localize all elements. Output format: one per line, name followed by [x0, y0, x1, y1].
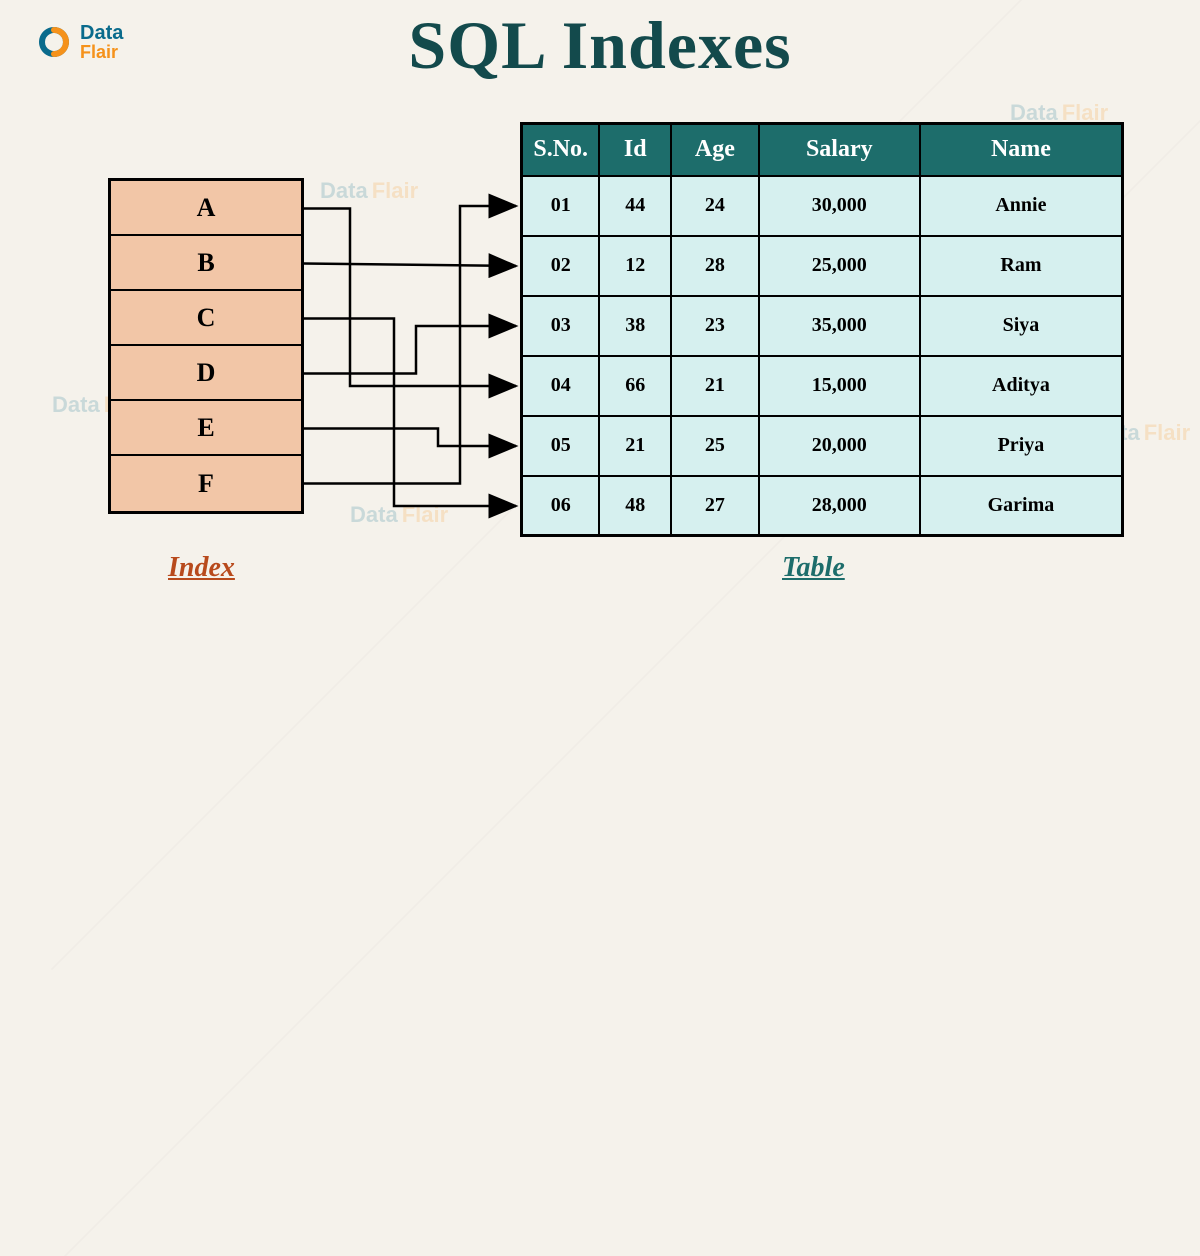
index-cell: F [111, 456, 301, 511]
cell-name: Aditya [920, 356, 1123, 416]
index-cell: B [111, 236, 301, 291]
table-row: 01442430,000Annie [522, 176, 1123, 236]
col-header-salary: Salary [759, 124, 920, 176]
table-row: 05212520,000Priya [522, 416, 1123, 476]
mapping-arrow [304, 206, 516, 484]
cell-age: 25 [671, 416, 759, 476]
cell-id: 12 [599, 236, 671, 296]
index-cell: C [111, 291, 301, 346]
index-cell: D [111, 346, 301, 401]
cell-sno: 03 [522, 296, 600, 356]
cell-age: 21 [671, 356, 759, 416]
cell-name: Siya [920, 296, 1123, 356]
cell-salary: 35,000 [759, 296, 920, 356]
cell-id: 44 [599, 176, 671, 236]
table-row: 02122825,000Ram [522, 236, 1123, 296]
cell-name: Annie [920, 176, 1123, 236]
index-caption: Index [168, 552, 235, 584]
cell-sno: 06 [522, 476, 600, 536]
cell-age: 24 [671, 176, 759, 236]
cell-name: Ram [920, 236, 1123, 296]
col-header-age: Age [671, 124, 759, 176]
cell-id: 48 [599, 476, 671, 536]
cell-name: Priya [920, 416, 1123, 476]
cell-salary: 30,000 [759, 176, 920, 236]
cell-age: 23 [671, 296, 759, 356]
mapping-arrow [304, 264, 516, 267]
cell-age: 28 [671, 236, 759, 296]
cell-salary: 15,000 [759, 356, 920, 416]
data-table: S.No. Id Age Salary Name 01442430,000Ann… [520, 122, 1124, 537]
index-cell: E [111, 401, 301, 456]
col-header-sno: S.No. [522, 124, 600, 176]
cell-salary: 28,000 [759, 476, 920, 536]
cell-salary: 25,000 [759, 236, 920, 296]
mapping-arrow [304, 326, 516, 374]
cell-id: 21 [599, 416, 671, 476]
index-cell: A [111, 181, 301, 236]
cell-name: Garima [920, 476, 1123, 536]
col-header-name: Name [920, 124, 1123, 176]
page-title: SQL Indexes [0, 6, 1200, 85]
cell-id: 66 [599, 356, 671, 416]
index-box: A B C D E F [108, 178, 304, 514]
table-caption: Table [782, 552, 845, 584]
cell-sno: 05 [522, 416, 600, 476]
table-row: 06482728,000Garima [522, 476, 1123, 536]
cell-sno: 01 [522, 176, 600, 236]
cell-salary: 20,000 [759, 416, 920, 476]
table-header-row: S.No. Id Age Salary Name [522, 124, 1123, 176]
col-header-id: Id [599, 124, 671, 176]
mapping-arrow [304, 209, 516, 387]
table-row: 04662115,000Aditya [522, 356, 1123, 416]
watermark: DataFlair [350, 502, 448, 528]
watermark: DataFlair [320, 178, 418, 204]
cell-sno: 02 [522, 236, 600, 296]
cell-age: 27 [671, 476, 759, 536]
cell-sno: 04 [522, 356, 600, 416]
mapping-arrow [304, 429, 516, 447]
table-row: 03382335,000Siya [522, 296, 1123, 356]
mapping-arrow [304, 319, 516, 507]
cell-id: 38 [599, 296, 671, 356]
